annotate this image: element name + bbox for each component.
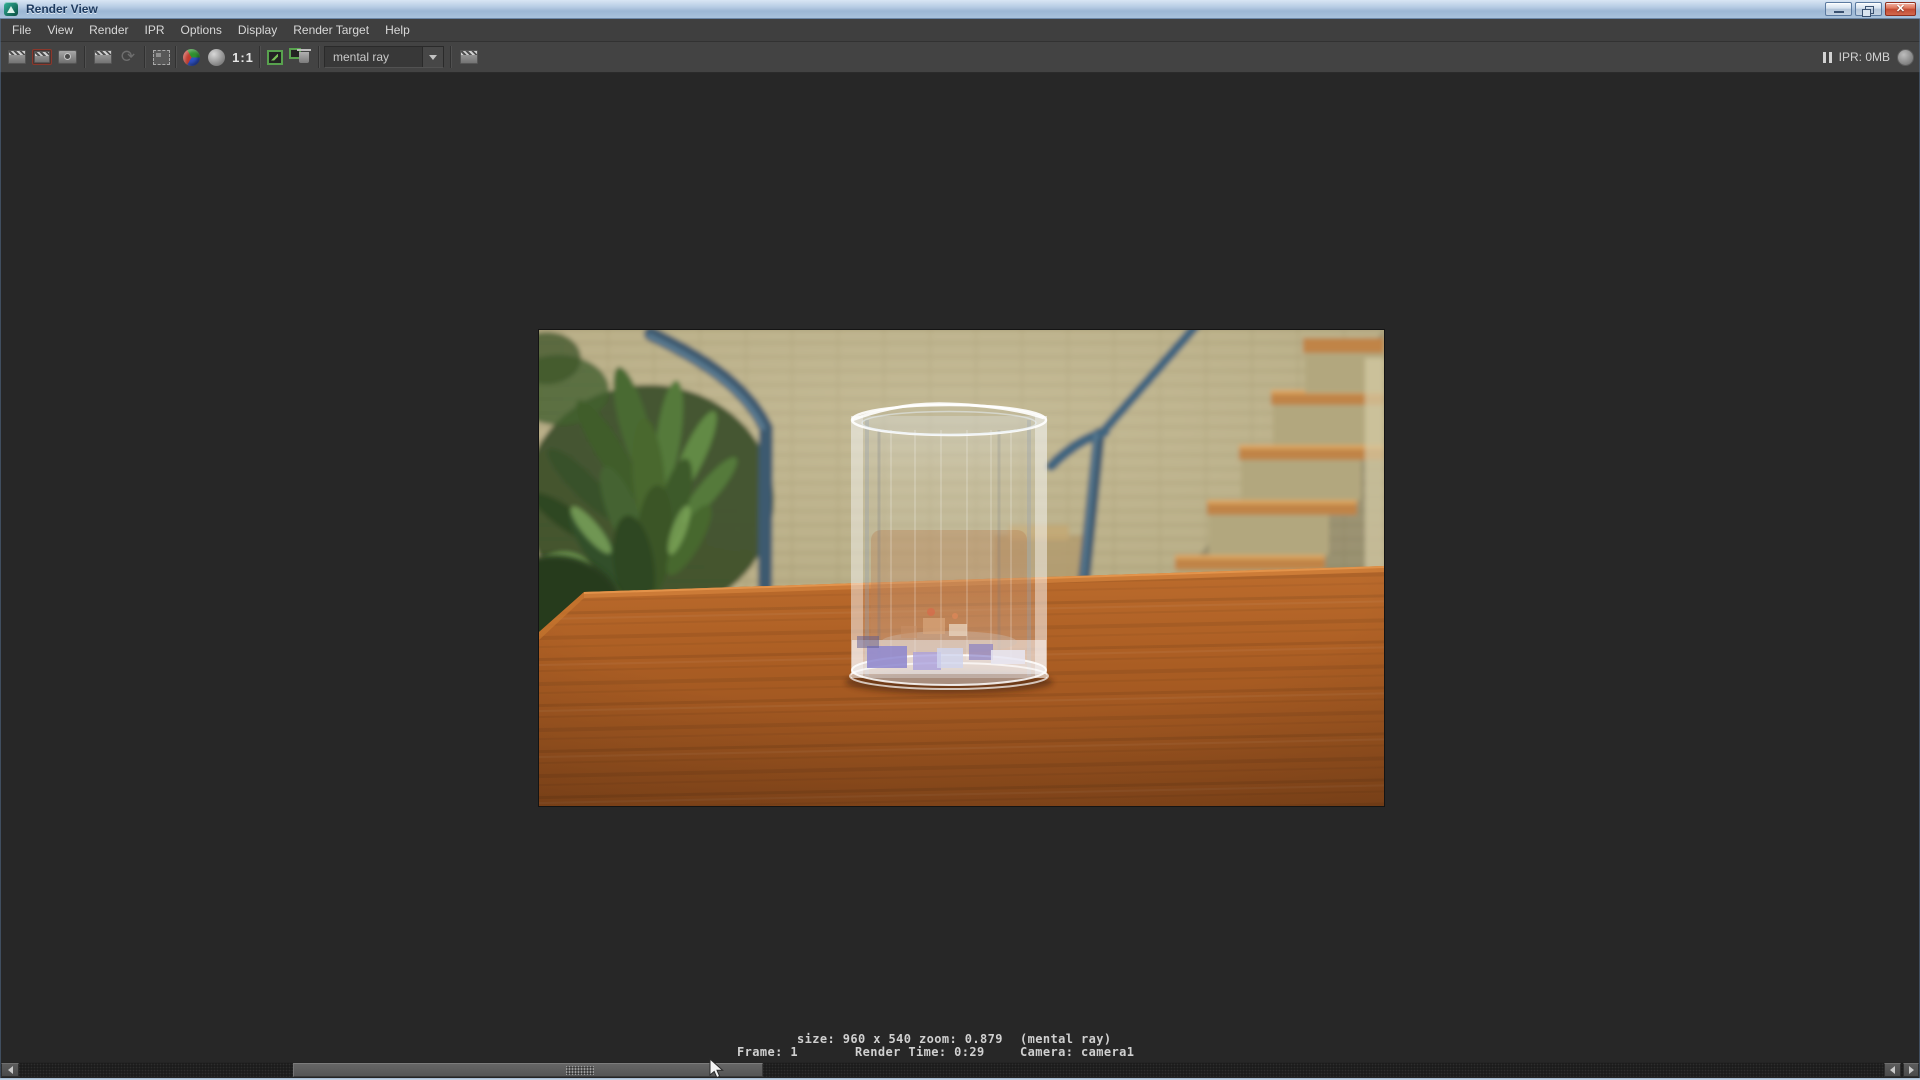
horizontal-scrollbar — [0, 1062, 1920, 1078]
keep-image-button[interactable] — [264, 46, 286, 68]
toolbar-separator — [175, 46, 176, 68]
toolbar: ⟳ 1:1 mental ray IPR: 0MB — [0, 42, 1920, 73]
scroll-right-button[interactable] — [1903, 1063, 1919, 1077]
keep-image-icon — [267, 50, 283, 65]
scroll-left-button[interactable] — [1, 1063, 19, 1077]
status-camera: Camera: camera1 — [1020, 1045, 1134, 1059]
menu-ipr[interactable]: IPR — [137, 19, 173, 41]
arrow-right-icon — [1909, 1066, 1914, 1074]
toolbar-separator — [450, 46, 451, 68]
region-render-button[interactable] — [150, 46, 172, 68]
arrow-left-icon — [1890, 1066, 1895, 1074]
glass-tumbler — [845, 404, 1053, 694]
arrow-left-icon — [8, 1066, 13, 1074]
ipr-clapper-icon — [94, 50, 112, 64]
minimize-button[interactable] — [1825, 2, 1852, 16]
status-size-zoom: size: 960 x 540 zoom: 0.879 — [797, 1032, 1003, 1046]
restore-icon — [1865, 6, 1874, 14]
ipr-status-group: IPR: 0MB — [1823, 46, 1914, 68]
toolbar-separator — [144, 46, 145, 68]
refresh-icon: ⟳ — [121, 47, 135, 67]
rendered-image — [538, 329, 1385, 807]
render-settings-button[interactable] — [456, 46, 482, 68]
titlebar: Render View ✕ — [0, 0, 1920, 19]
scroll-left-button-right-pair[interactable] — [1884, 1063, 1901, 1077]
menu-view[interactable]: View — [39, 19, 81, 41]
status-render-time: Render Time: 0:29 — [855, 1045, 985, 1059]
chevron-down-icon[interactable] — [422, 47, 443, 67]
render-viewport — [0, 73, 1920, 1062]
rgb-sphere-icon — [183, 49, 200, 66]
display-alpha-channel-button[interactable] — [205, 46, 227, 68]
status-renderer: (mental ray) — [1020, 1032, 1112, 1046]
render-clapper-icon — [8, 50, 26, 64]
renderer-dropdown[interactable]: mental ray — [324, 46, 444, 68]
maya-app-icon — [4, 2, 18, 16]
window-border-left — [0, 19, 1, 1078]
render-settings-icon — [460, 50, 478, 64]
ipr-memory-label: IPR: 0MB — [1839, 50, 1890, 64]
toolbar-separator — [318, 46, 319, 68]
scrollbar-grip — [566, 1066, 594, 1075]
ipr-indicator-icon — [1897, 49, 1914, 66]
window-title: Render View — [26, 0, 98, 18]
ipr-render-button[interactable] — [92, 46, 114, 68]
refresh-ipr-button[interactable]: ⟳ — [117, 46, 139, 68]
status-frame: Frame: 1 — [737, 1045, 798, 1059]
region-marquee-icon — [153, 50, 170, 65]
redo-previous-render-button[interactable] — [30, 46, 54, 68]
scrollbar-thumb[interactable] — [293, 1063, 763, 1077]
menu-options[interactable]: Options — [173, 19, 230, 41]
menu-render-target[interactable]: Render Target — [285, 19, 377, 41]
menu-render[interactable]: Render — [81, 19, 136, 41]
alpha-sphere-icon — [208, 49, 225, 66]
close-button[interactable]: ✕ — [1885, 2, 1916, 16]
restore-button[interactable] — [1855, 2, 1882, 16]
snapshot-button[interactable] — [56, 46, 78, 68]
remove-image-button[interactable] — [288, 46, 314, 68]
one-to-one-label: 1:1 — [232, 50, 254, 65]
menu-file[interactable]: File — [4, 19, 39, 41]
close-icon: ✕ — [1886, 3, 1915, 15]
redo-render-icon — [32, 49, 52, 65]
render-view-window: Render View ✕ File View Render IPR Optio… — [0, 0, 1920, 1080]
menu-help[interactable]: Help — [377, 19, 418, 41]
scrollbar-track[interactable] — [0, 1063, 1920, 1077]
renderer-dropdown-value: mental ray — [325, 50, 422, 64]
menu-bar: File View Render IPR Options Display Ren… — [0, 19, 1920, 42]
minimize-icon — [1834, 11, 1844, 13]
render-current-frame-button[interactable] — [6, 46, 28, 68]
display-rgb-channels-button[interactable] — [180, 46, 202, 68]
pause-ipr-icon[interactable] — [1823, 52, 1832, 63]
camera-icon — [58, 50, 77, 64]
menu-display[interactable]: Display — [230, 19, 285, 41]
toolbar-separator — [259, 46, 260, 68]
window-controls: ✕ — [1825, 2, 1916, 16]
remove-image-icon — [289, 48, 313, 66]
zoom-one-to-one-button[interactable]: 1:1 — [230, 46, 256, 68]
toolbar-separator — [84, 46, 85, 68]
trash-icon — [299, 52, 309, 63]
